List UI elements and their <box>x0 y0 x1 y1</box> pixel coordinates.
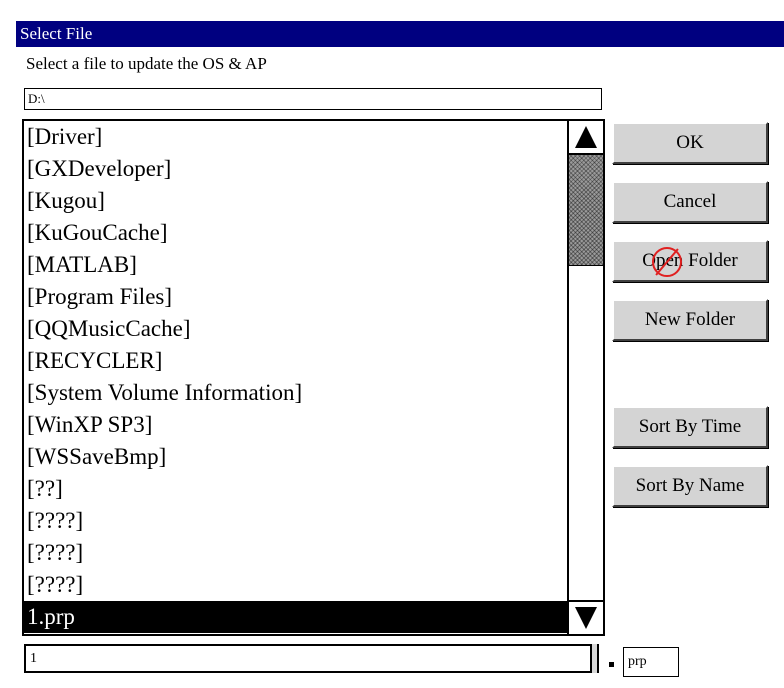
file-list-item[interactable]: [??] <box>24 473 567 505</box>
file-list-item[interactable]: [WSSaveBmp] <box>24 441 567 473</box>
file-list-item[interactable]: [Kugou] <box>24 185 567 217</box>
file-list-item[interactable]: [QQMusicCache] <box>24 313 567 345</box>
file-list-item[interactable]: [MATLAB] <box>24 249 567 281</box>
file-list-item[interactable]: [WinXP SP3] <box>24 409 567 441</box>
sort-by-name-button[interactable]: Sort By Name <box>612 465 768 507</box>
file-list-item[interactable]: [GXDeveloper] <box>24 153 567 185</box>
vertical-scrollbar[interactable] <box>567 121 603 634</box>
file-list-item[interactable]: 1.prp <box>24 601 567 633</box>
file-list-item[interactable]: [Program Files] <box>24 281 567 313</box>
file-list-item[interactable]: [Driver] <box>24 121 567 153</box>
ok-button[interactable]: OK <box>612 122 768 164</box>
file-list: [Driver] [GXDeveloper] [Kugou] [KuGouCache]… <box>24 121 567 634</box>
path-field[interactable]: D:\ <box>24 88 602 110</box>
extension-field[interactable]: prp <box>623 647 679 677</box>
file-list-item[interactable]: [????] <box>24 569 567 601</box>
file-list-item[interactable]: [????] <box>24 537 567 569</box>
filename-field-edge <box>591 644 599 673</box>
scroll-down-arrow-icon <box>575 607 597 629</box>
new-folder-button[interactable]: New Folder <box>612 299 768 341</box>
sort-by-time-button[interactable]: Sort By Time <box>612 406 768 448</box>
scroll-thumb[interactable] <box>569 155 603 266</box>
file-list-item[interactable]: [System Volume Information] <box>24 377 567 409</box>
open-folder-button[interactable]: Open Folder <box>612 240 768 282</box>
cancel-button[interactable]: Cancel <box>612 181 768 223</box>
instruction-text: Select a file to update the OS & AP <box>26 54 267 73</box>
file-list-item[interactable]: [KuGouCache] <box>24 217 567 249</box>
select-file-dialog: Select File Select a file to update the … <box>16 21 784 688</box>
file-list-item[interactable]: [RECYCLER] <box>24 345 567 377</box>
scroll-down-button[interactable] <box>569 600 603 634</box>
scroll-up-button[interactable] <box>569 121 603 155</box>
file-listbox[interactable]: [Driver] [GXDeveloper] [Kugou] [KuGouCache]… <box>22 119 605 636</box>
filename-field[interactable]: 1 <box>24 644 592 673</box>
file-list-item[interactable]: [????] <box>24 505 567 537</box>
scroll-up-arrow-icon <box>575 126 597 148</box>
dialog-title: Select File <box>16 21 784 47</box>
extension-separator <box>609 662 614 667</box>
